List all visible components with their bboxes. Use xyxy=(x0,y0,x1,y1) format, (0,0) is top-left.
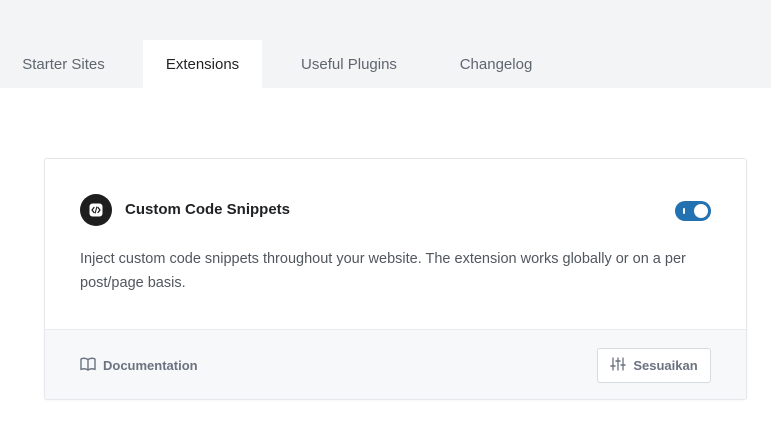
tab-useful-plugins[interactable]: Useful Plugins xyxy=(282,40,416,88)
tab-label: Starter Sites xyxy=(22,55,105,73)
tab-starter-sites[interactable]: Starter Sites xyxy=(0,40,127,88)
extension-description: Inject custom code snippets throughout y… xyxy=(80,251,686,291)
documentation-link[interactable]: Documentation xyxy=(80,357,198,374)
toggle-knob xyxy=(694,204,708,218)
documentation-label: Documentation xyxy=(103,358,198,373)
customize-button[interactable]: Sesuaikan xyxy=(597,348,711,383)
book-icon xyxy=(80,357,96,374)
tab-extensions[interactable]: Extensions xyxy=(143,40,262,88)
sliders-icon xyxy=(610,357,627,374)
tab-label: Useful Plugins xyxy=(301,55,397,73)
toggle-on-indicator xyxy=(683,208,685,214)
card-footer: Documentation Sesuaikan xyxy=(45,329,746,399)
extension-toggle[interactable] xyxy=(675,201,711,221)
extension-title: Custom Code Snippets xyxy=(125,201,291,218)
tab-label: Extensions xyxy=(165,55,240,73)
extension-card: Custom Code Snippets Inject custom code … xyxy=(44,158,747,400)
code-icon xyxy=(80,194,112,226)
tab-changelog[interactable]: Changelog xyxy=(440,40,552,88)
tab-label: Changelog xyxy=(459,55,533,73)
tab-bar: Starter Sites Extensions Useful Plugins … xyxy=(0,0,771,88)
customize-label: Sesuaikan xyxy=(633,358,698,373)
